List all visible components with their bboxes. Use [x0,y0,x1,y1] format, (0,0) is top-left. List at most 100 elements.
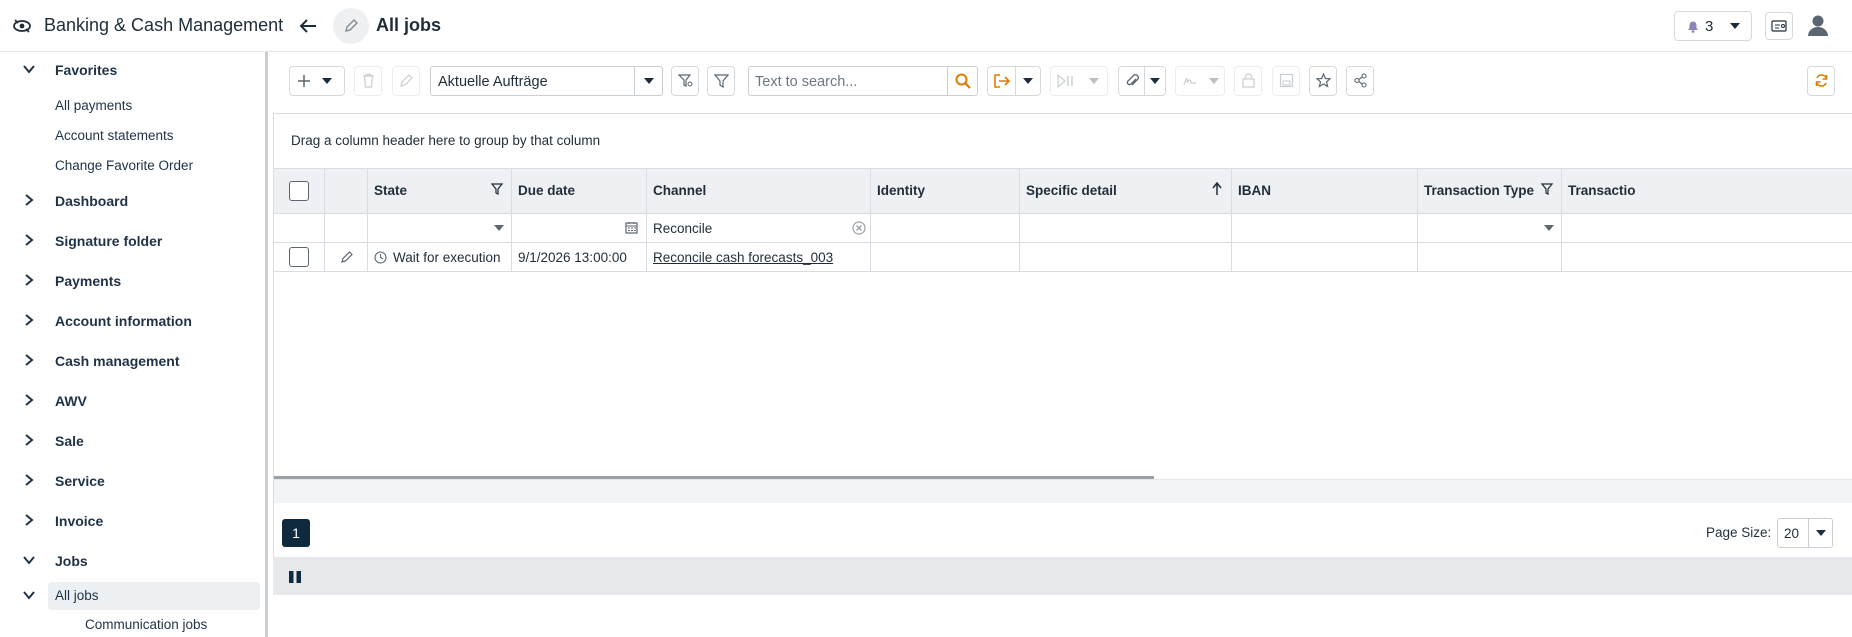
chevron-right-icon [25,194,34,206]
grid-header: State Due date Channel Identity Specific… [274,168,1852,214]
page-button-1[interactable]: 1 [282,519,310,547]
group-by-panel[interactable]: Drag a column header here to group by th… [274,114,1852,168]
column-header-channel[interactable]: Channel [647,169,871,213]
pencil-icon[interactable] [340,250,354,264]
search-icon [955,73,971,89]
sidebar-item-service[interactable]: Service [0,467,265,495]
horizontal-scrollbar-track[interactable] [274,479,1852,503]
calendar-icon[interactable] [625,221,638,234]
attachment-button[interactable] [1118,66,1166,96]
view-select-arrow[interactable] [634,67,662,95]
row-select-cell [274,243,325,271]
edit-title-button[interactable] [333,8,369,44]
column-header-iban[interactable]: IBAN [1232,169,1418,213]
advanced-filter-button[interactable] [671,66,699,96]
notifications-button[interactable]: 3 [1674,11,1752,41]
pause-icon[interactable] [288,570,302,584]
channel-filter-input[interactable]: Reconcile [647,214,871,242]
view-select[interactable]: Aktuelle Aufträge [430,66,663,96]
add-button[interactable] [289,66,345,96]
sidebar-item-dashboard[interactable]: Dashboard [0,187,265,215]
export-button[interactable] [987,66,1041,96]
sidebar-item-account-information[interactable]: Account information [0,307,265,335]
column-header-specific-detail[interactable]: Specific detail [1020,169,1232,213]
page-size-label: Page Size: [1706,525,1772,540]
lock-button[interactable] [1234,66,1262,96]
sidebar-item-signature-folder[interactable]: Signature folder [0,227,265,255]
channel-link[interactable]: Reconcile cash forecasts_003 [653,250,833,265]
back-arrow-icon[interactable] [294,12,322,40]
sidebar-item-invoice[interactable]: Invoice [0,507,265,535]
sidebar-item-account-statements[interactable]: Account statements [55,128,174,143]
filter-icon[interactable] [491,183,503,195]
jobs-grid: Drag a column header here to group by th… [273,113,1852,558]
chevron-right-icon [25,314,34,326]
delete-button[interactable] [354,66,382,96]
filter-row: Reconcile [274,214,1852,243]
state-value: Wait for execution [393,250,501,265]
sidebar-item-all-payments[interactable]: All payments [55,98,132,113]
clear-icon[interactable] [852,221,866,235]
sidebar-item-label: AWV [55,393,87,409]
trash-icon [363,73,374,88]
sidebar-favorites[interactable]: Favorites [0,56,265,84]
share-icon [1354,73,1367,88]
channel-cell: Reconcile cash forecasts_003 [647,243,871,271]
app-title: Banking & Cash Management [44,15,284,35]
table-row[interactable]: Wait for execution 9/1/2026 13:00:00 Rec… [274,243,1852,272]
edit-button[interactable] [392,66,420,96]
user-avatar-icon[interactable] [1805,12,1831,38]
page-size-arrow[interactable] [1808,519,1832,547]
sidebar-item-all-jobs[interactable]: All jobs [48,582,260,610]
sign-button[interactable] [1175,66,1225,96]
sidebar-item-label: Signature folder [55,233,163,249]
chevron-down-icon[interactable] [22,588,36,602]
chevron-right-icon [25,234,34,246]
search-button[interactable] [947,67,977,95]
due-date-filter[interactable] [512,214,647,242]
filter-icon[interactable] [1541,183,1553,195]
column-header-state[interactable]: State [368,169,512,213]
transaction-type-filter-dropdown[interactable] [1418,214,1562,242]
save-icon [1279,73,1294,88]
sidebar-item-payments[interactable]: Payments [0,267,265,295]
column-header-transaction-type[interactable]: Transaction Type [1418,169,1562,213]
row-checkbox[interactable] [289,247,309,267]
execute-button[interactable] [1050,66,1108,96]
favorite-button[interactable] [1309,66,1337,96]
clock-icon [374,251,387,264]
top-bar: Banking & Cash Management All jobs 3 [0,0,1852,52]
select-all-checkbox[interactable] [289,181,309,201]
identity-filter-input[interactable] [871,214,1020,242]
sidebar-item-jobs[interactable]: Jobs [0,547,265,575]
column-header-label: Identity [877,183,926,198]
id-card-button[interactable] [1765,12,1793,40]
search-input[interactable] [755,72,935,92]
column-header-identity[interactable]: Identity [871,169,1020,213]
sidebar-item-label: Dashboard [55,193,129,209]
sidebar-item-change-favorite-order[interactable]: Change Favorite Order [55,158,193,173]
save-button[interactable] [1272,66,1300,96]
banking-app-icon[interactable] [12,16,32,36]
refresh-icon [1815,74,1828,87]
refresh-button[interactable] [1807,66,1835,96]
horizontal-scrollbar-thumb[interactable] [274,476,1154,479]
transaction-filter-input[interactable] [1562,214,1852,242]
chevron-down-icon [1730,23,1740,29]
chevron-right-icon [25,274,34,286]
sidebar-item-awv[interactable]: AWV [0,387,265,415]
column-header-due-date[interactable]: Due date [512,169,647,213]
page-size-select[interactable]: 20 [1777,518,1833,548]
id-card-icon [1771,20,1787,32]
filter-settings-icon [678,74,693,87]
chevron-down-icon [23,556,35,565]
state-filter-dropdown[interactable] [368,214,512,242]
filter-button[interactable] [707,66,735,96]
sidebar-item-sale[interactable]: Sale [0,427,265,455]
iban-filter-input[interactable] [1232,214,1418,242]
specific-detail-filter-input[interactable] [1020,214,1232,242]
share-button[interactable] [1346,66,1374,96]
sidebar-item-communication-jobs[interactable]: Communication jobs [85,617,207,632]
column-header-transaction[interactable]: Transactio [1562,169,1852,213]
sidebar-item-cash-management[interactable]: Cash management [0,347,265,375]
